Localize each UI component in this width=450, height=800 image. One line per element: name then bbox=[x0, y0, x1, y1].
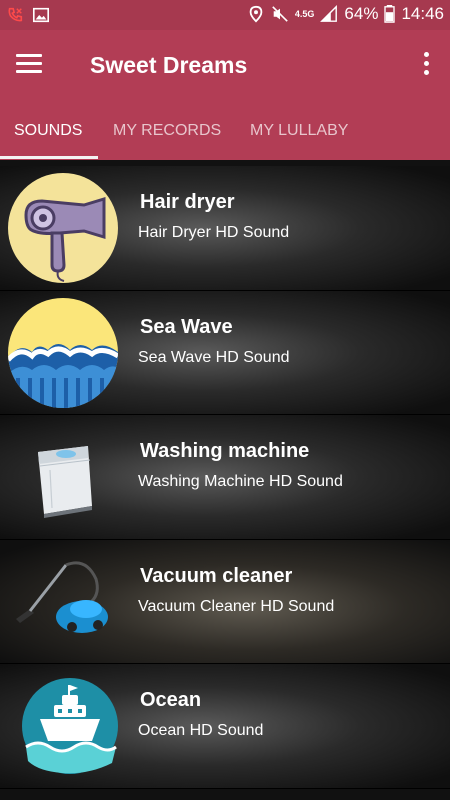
active-tab-indicator bbox=[0, 156, 98, 159]
sound-subtitle: Sea Wave HD Sound bbox=[138, 348, 290, 366]
list-item[interactable]: Vacuum cleaner Vacuum Cleaner HD Sound bbox=[0, 539, 450, 664]
mute-icon bbox=[272, 6, 288, 22]
signal-icon bbox=[320, 5, 338, 22]
clock: 14:46 bbox=[401, 4, 444, 23]
sound-list: Hair dryer Hair Dryer HD Sound Sea Wave … bbox=[0, 166, 450, 800]
battery-icon bbox=[384, 5, 396, 23]
phone-missed-icon bbox=[8, 7, 23, 22]
sound-title: Sea Wave bbox=[140, 315, 233, 338]
sound-subtitle: Washing Machine HD Sound bbox=[138, 473, 343, 490]
network-type-label: 4.5G bbox=[294, 9, 315, 19]
battery-percent: 64% bbox=[344, 4, 379, 23]
sound-subtitle: Ocean HD Sound bbox=[138, 722, 264, 739]
location-icon bbox=[249, 5, 263, 23]
ship-icon bbox=[22, 678, 118, 774]
status-bar: 4.5G 64% 14:46 bbox=[0, 0, 450, 30]
sound-subtitle: Vacuum Cleaner HD Sound bbox=[138, 597, 335, 615]
hair-dryer-icon bbox=[8, 173, 118, 283]
vacuum-cleaner-icon bbox=[16, 560, 108, 633]
tab-sounds[interactable]: SOUNDS bbox=[0, 104, 98, 160]
image-icon bbox=[32, 7, 50, 23]
hamburger-menu-icon[interactable] bbox=[16, 54, 42, 76]
tab-my-records[interactable]: MY RECORDS bbox=[113, 104, 221, 160]
tab-my-lullaby[interactable]: MY LULLABY bbox=[250, 104, 348, 160]
sound-subtitle: Hair Dryer HD Sound bbox=[138, 224, 290, 241]
sea-wave-icon bbox=[8, 297, 118, 408]
washing-machine-icon bbox=[38, 446, 92, 518]
sound-title: Ocean bbox=[140, 689, 202, 711]
list-item[interactable]: Sea Wave Sea Wave HD Sound bbox=[0, 290, 450, 415]
tab-bar: SOUNDS MY RECORDS MY LULLABY bbox=[0, 104, 450, 160]
sound-title: Washing machine bbox=[140, 440, 310, 462]
app-title: Sweet Dreams bbox=[90, 52, 248, 78]
sound-title: Hair dryer bbox=[140, 191, 235, 213]
sound-title: Vacuum cleaner bbox=[140, 564, 293, 587]
list-item[interactable]: Washing machine Washing Machine HD Sound bbox=[0, 415, 450, 540]
list-item[interactable]: Ocean Ocean HD Sound bbox=[0, 664, 450, 789]
more-vert-icon[interactable] bbox=[422, 52, 430, 78]
list-item[interactable]: Hair dryer Hair Dryer HD Sound bbox=[0, 166, 450, 291]
app-toolbar: Sweet Dreams bbox=[0, 30, 450, 104]
